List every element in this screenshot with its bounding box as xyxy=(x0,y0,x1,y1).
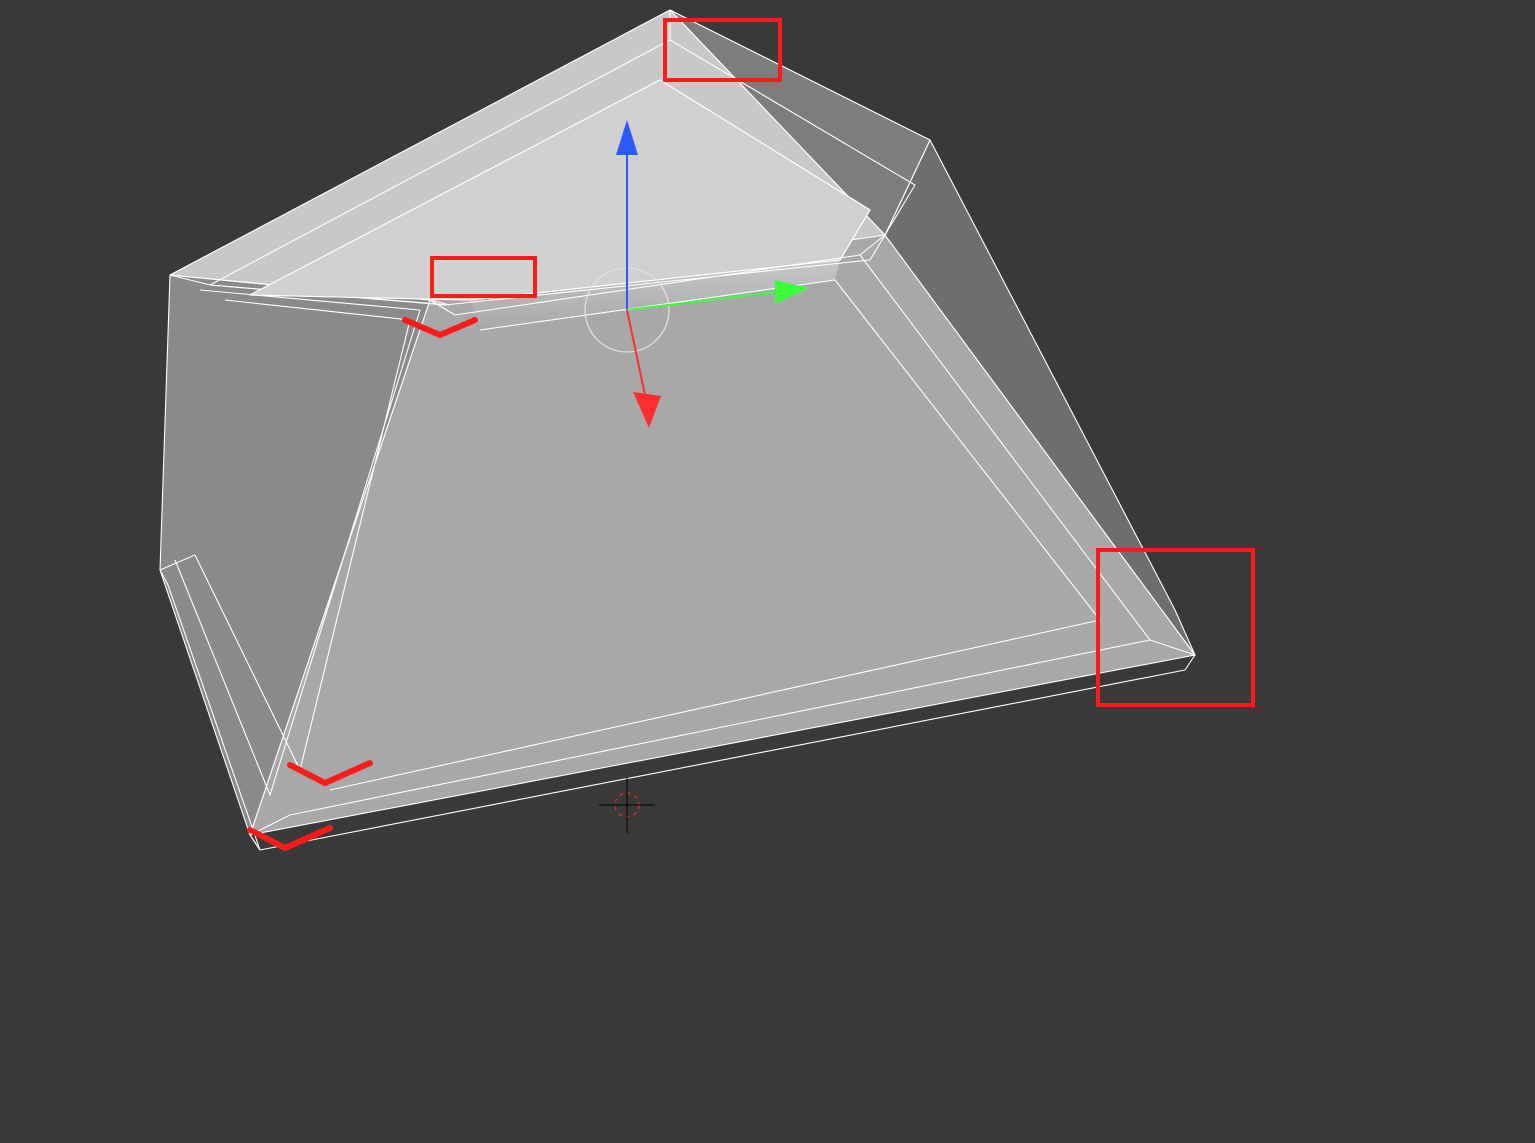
viewport-3d[interactable] xyxy=(0,0,1535,1143)
